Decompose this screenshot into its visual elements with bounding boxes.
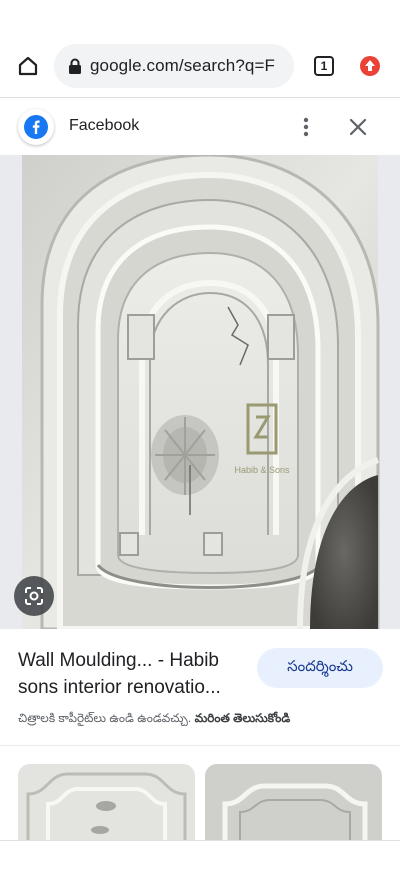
learn-more-link[interactable]: మరింత తెలుసుకోండి xyxy=(195,711,291,725)
close-icon xyxy=(349,118,367,136)
tab-switcher-button[interactable]: 1 xyxy=(306,48,342,84)
divider xyxy=(0,745,400,746)
vertical-dots-icon xyxy=(303,117,309,137)
home-icon xyxy=(18,56,38,76)
source-header: Facebook xyxy=(0,99,400,155)
result-image[interactable]: Habib & Sons xyxy=(0,155,400,629)
status-bar xyxy=(0,0,400,38)
lock-icon xyxy=(69,58,81,74)
image-viewer: Facebook Habib & Sons Wall Moulding... -… xyxy=(0,99,400,889)
tab-count: 1 xyxy=(314,56,334,76)
facebook-logo-icon xyxy=(18,109,54,145)
visit-button[interactable]: సందర్శించు xyxy=(257,648,383,688)
copyright-line: చిత్రాలకి కాపీరైట్‌లు ఉండి ఉండవచ్చు. మరి… xyxy=(18,711,388,728)
related-image-thumbnail[interactable] xyxy=(205,764,382,844)
url-text: google.com/search?q=F xyxy=(90,56,275,75)
copyright-notice: చిత్రాలకి కాపీరైట్‌లు ఉండి ఉండవచ్చు. xyxy=(18,711,192,725)
browser-toolbar: google.com/search?q=F 1 xyxy=(0,38,400,98)
ceiling-moulding-photo: Habib & Sons xyxy=(22,155,380,629)
related-ceiling-image xyxy=(205,764,382,844)
result-title[interactable]: Wall Moulding... - Habib sons interior r… xyxy=(18,647,250,701)
more-options-button[interactable] xyxy=(292,113,320,141)
bottom-bar xyxy=(0,840,400,889)
related-ceiling-image xyxy=(18,764,195,844)
home-button[interactable] xyxy=(10,48,46,84)
lens-search-button[interactable] xyxy=(14,576,54,616)
close-button[interactable] xyxy=(344,113,372,141)
extension-button[interactable] xyxy=(352,48,388,84)
address-bar[interactable]: google.com/search?q=F xyxy=(54,44,294,88)
update-arrow-icon xyxy=(360,56,380,76)
lens-icon xyxy=(25,587,43,605)
source-name[interactable]: Facebook xyxy=(69,117,139,135)
related-image-thumbnail[interactable] xyxy=(18,764,195,844)
svg-text:Habib & Sons: Habib & Sons xyxy=(234,465,290,475)
